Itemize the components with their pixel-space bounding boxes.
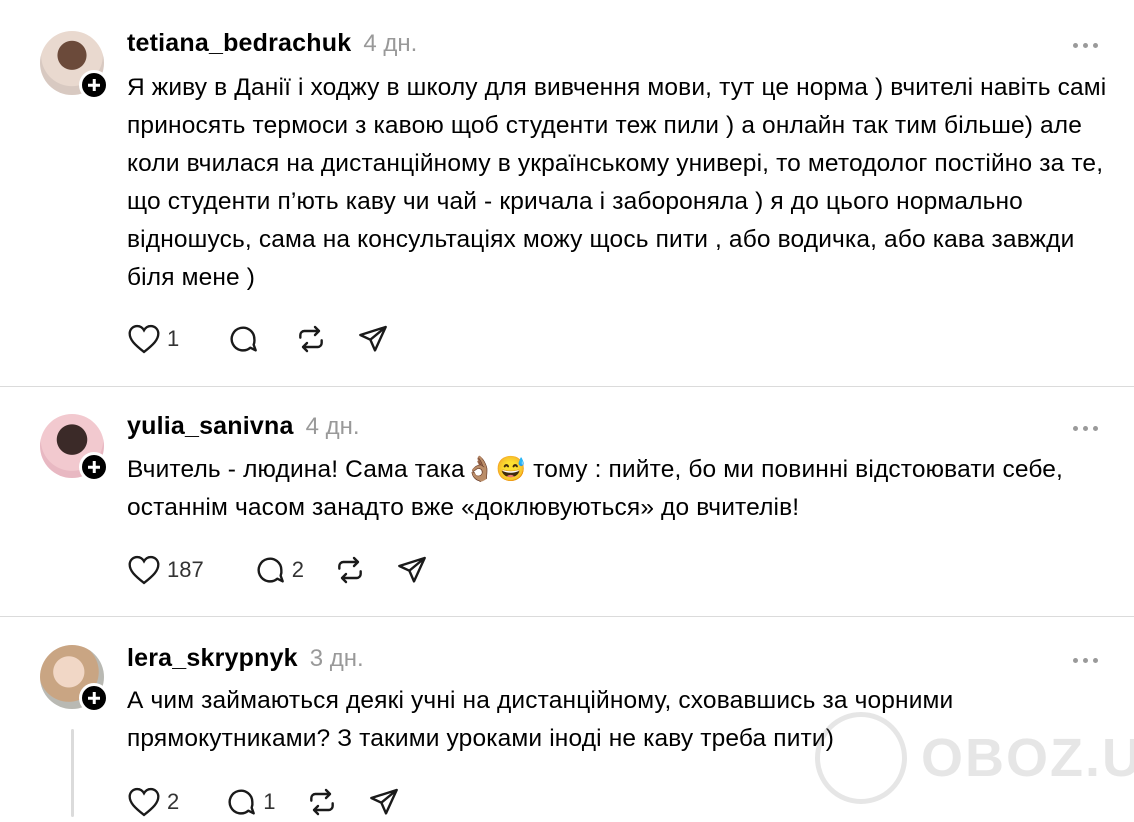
username[interactable]: lera_skrypnyk: [127, 644, 298, 673]
post-header: lera_skrypnyk 3 дн.: [127, 644, 364, 673]
share-button[interactable]: [357, 323, 389, 355]
comment-icon: [257, 557, 284, 583]
comment-button[interactable]: 1: [225, 786, 276, 818]
heart-icon: [128, 324, 160, 354]
like-count: 2: [167, 789, 180, 814]
like-count: 187: [167, 557, 204, 582]
action-bar: 187 2: [127, 553, 458, 587]
share-button[interactable]: [368, 786, 400, 818]
post-text: Я живу в Данії і ходжу в школу для вивче…: [127, 74, 1107, 291]
username[interactable]: yulia_sanivna: [127, 412, 294, 441]
share-icon: [369, 788, 398, 815]
more-icon[interactable]: [1073, 41, 1099, 49]
post-header: tetiana_bedrachuk 4 дн.: [127, 29, 417, 58]
share-icon: [398, 556, 426, 583]
timestamp[interactable]: 4 дн.: [363, 30, 417, 58]
repost-button[interactable]: [334, 554, 366, 586]
post-item: tetiana_bedrachuk 4 дн. Я живу в Данії і…: [0, 0, 1134, 386]
like-count: 1: [167, 326, 180, 351]
more-icon[interactable]: [1073, 424, 1099, 432]
follow-plus-icon[interactable]: [79, 683, 109, 713]
comment-icon: [230, 326, 258, 352]
repost-button[interactable]: [295, 323, 327, 355]
timestamp[interactable]: 3 дн.: [310, 645, 364, 673]
like-button[interactable]: 187: [127, 555, 204, 585]
share-button[interactable]: [396, 554, 428, 586]
comment-button[interactable]: 2: [254, 554, 304, 586]
comment-icon: [228, 789, 256, 815]
post-item: yulia_sanivna 4 дн. Вчитель - людина! Са…: [0, 387, 1134, 616]
repost-icon: [299, 325, 324, 353]
like-button[interactable]: 2: [127, 787, 179, 817]
heart-icon: [128, 555, 160, 585]
username[interactable]: tetiana_bedrachuk: [127, 29, 351, 58]
like-button[interactable]: 1: [127, 324, 179, 354]
post-text: Вчитель - людина! Сама така👌🏽😅 тому : пи…: [127, 456, 1064, 521]
post-item: lera_skrypnyk 3 дн. А чим займаються дея…: [0, 617, 1134, 822]
action-bar: 2 1: [127, 785, 430, 819]
reply-count: 1: [263, 789, 276, 814]
post-text: А чим займаються деякі учні на дистанцій…: [127, 687, 954, 752]
comment-button[interactable]: [227, 323, 265, 355]
repost-button[interactable]: [306, 786, 338, 818]
more-icon[interactable]: [1073, 656, 1099, 664]
repost-icon: [309, 788, 334, 816]
reply-count: 2: [291, 557, 304, 582]
timestamp[interactable]: 4 дн.: [306, 413, 360, 441]
follow-plus-icon[interactable]: [79, 70, 109, 100]
follow-plus-icon[interactable]: [79, 452, 109, 482]
action-bar: 1: [127, 322, 419, 356]
thread-line: [71, 729, 74, 817]
share-icon: [359, 325, 388, 352]
repost-icon: [338, 556, 362, 584]
post-header: yulia_sanivna 4 дн.: [127, 412, 360, 441]
heart-icon: [128, 787, 160, 817]
